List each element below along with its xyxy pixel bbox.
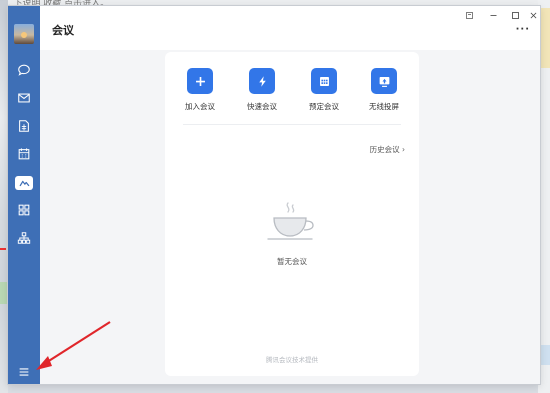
powered-by-footer: 腾讯会议技术提供: [266, 356, 318, 364]
sidebar-item-workbench[interactable]: [16, 202, 32, 218]
wireless-cast-label: 无线投屏: [369, 102, 399, 111]
calendar-grid-icon: [311, 68, 337, 94]
divider: [183, 124, 401, 125]
docs-icon: [19, 120, 29, 132]
lightning-icon: [249, 68, 275, 94]
page-title: 会议: [52, 24, 74, 37]
close-icon: [530, 12, 536, 18]
plus-icon: [187, 68, 213, 94]
chat-bubble-icon: [18, 64, 30, 76]
empty-cup-icon: [266, 200, 318, 246]
calendar-icon: [18, 148, 30, 160]
more-options-button[interactable]: ···: [516, 24, 530, 35]
sidebar: [8, 6, 40, 384]
join-meeting-button[interactable]: 加入会议: [175, 68, 225, 112]
mail-icon: [18, 93, 30, 103]
history-meetings-link[interactable]: 历史会议 ›: [370, 144, 405, 155]
sidebar-item-meeting[interactable]: [14, 173, 34, 193]
meeting-icon: [19, 180, 29, 186]
app-window: 会议 ··· 加入会议 快速会议 预定会议 无线投屏 历史会议 › 暂无会议 腾…: [8, 6, 540, 384]
maximize-button[interactable]: [508, 9, 522, 21]
minimize-button[interactable]: [486, 9, 500, 21]
maximize-icon: [511, 11, 519, 19]
quick-meeting-button[interactable]: 快速会议: [237, 68, 287, 112]
schedule-meeting-label: 预定会议: [309, 102, 339, 111]
avatar[interactable]: [14, 24, 34, 44]
hamburger-menu-icon: [19, 368, 29, 376]
sidebar-item-contacts[interactable]: [16, 230, 32, 246]
close-button[interactable]: [526, 9, 540, 21]
sidebar-item-calendar[interactable]: [16, 146, 32, 162]
sidebar-item-docs[interactable]: [16, 118, 32, 134]
sidebar-menu-button[interactable]: [16, 364, 32, 380]
pin-icon: [465, 11, 473, 19]
sidebar-item-chat[interactable]: [16, 62, 32, 78]
org-chart-icon: [17, 232, 31, 244]
apps-grid-icon: [18, 204, 30, 216]
schedule-meeting-button[interactable]: 预定会议: [299, 68, 349, 112]
screen-cast-icon: [371, 68, 397, 94]
meeting-panel: 加入会议 快速会议 预定会议 无线投屏 历史会议 › 暂无会议 腾讯会议技术提供: [165, 52, 419, 376]
background-left-strip: [0, 0, 8, 393]
join-meeting-label: 加入会议: [185, 102, 215, 111]
sidebar-item-mail[interactable]: [16, 90, 32, 106]
minimize-icon: [490, 14, 496, 16]
main-area: 会议 ··· 加入会议 快速会议 预定会议 无线投屏 历史会议 › 暂无会议 腾…: [40, 6, 540, 384]
wireless-cast-button[interactable]: 无线投屏: [359, 68, 409, 112]
pin-button[interactable]: [462, 9, 476, 21]
empty-state-text: 暂无会议: [277, 257, 307, 266]
quick-meeting-label: 快速会议: [247, 102, 277, 111]
title-bar: 会议 ···: [40, 6, 540, 50]
